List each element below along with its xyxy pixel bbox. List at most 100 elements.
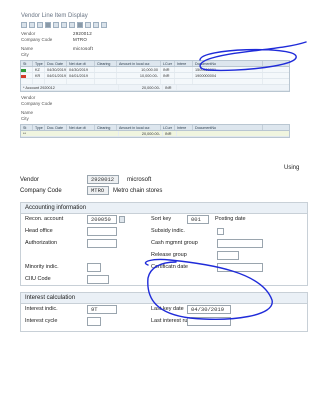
column-header[interactable]: St [21,125,33,130]
vendor-field[interactable]: 2920012 [87,175,119,184]
column-header[interactable]: Intere [175,61,193,66]
clearing-cell [95,73,117,78]
column-header[interactable]: Amount in local cur. [117,61,161,66]
certification-date-label: Certificatn date [151,264,188,270]
column-header[interactable]: Doc. Date [45,61,67,66]
column-header[interactable]: Net due dt [67,125,95,130]
name-value: microsoft [73,46,94,51]
print-icon[interactable] [77,22,83,28]
back-icon[interactable] [21,22,27,28]
sort-icon[interactable] [53,22,59,28]
last-interest-run-field[interactable] [187,317,231,326]
subtotal-amount: 20,000.00- [119,85,163,90]
panel-title: Accounting information [21,203,307,214]
line-item-grid: St Type Doc. Date Net due dt Clearing Am… [20,60,290,92]
company-code-label: Company Code [21,37,53,42]
interest-calc-panel: Interest calculation Interest indic. 9T … [20,292,308,332]
city-label: City [21,116,29,121]
release-group-label: Release group [151,252,187,258]
subtotal-currency: INR [163,85,177,90]
toolbar [20,21,290,29]
sort-key-field[interactable]: 001 [187,215,209,224]
export-icon[interactable] [85,22,91,28]
minority-indic-field[interactable] [87,263,101,272]
net-due-cell: 04/30/2019 [67,67,95,72]
column-header[interactable]: Type [33,61,45,66]
cash-mgmt-group-field[interactable] [217,239,263,248]
amount-cell: 10,000.00- [117,73,161,78]
total-label: ** [21,131,119,136]
city-label: City [21,52,29,57]
doc-date-cell: 04/01/2019 [47,73,67,78]
column-header[interactable]: LCurr [161,61,175,66]
column-header[interactable]: Doc. Date [45,125,67,130]
accounting-info-panel: Accounting information Recon. account 20… [20,202,308,286]
clearing-cell [95,67,117,72]
ciiu-code-label: CIIU Code [25,276,51,282]
vendor-master-screen: Vendor 2920012 microsoft Company Code MT… [20,172,308,402]
cleared-status-icon [21,69,26,72]
caption-text: Using [284,165,300,171]
column-header[interactable]: DocumentNo [193,61,263,66]
column-header[interactable]: Clearing [95,61,117,66]
column-header[interactable]: LCurr [161,125,175,130]
footer-fields: Vendor Company Code Name City [20,95,290,122]
subsidy-indic-checkbox[interactable] [217,228,224,235]
total-grid: St Type Doc. Date Net due dt Clearing Am… [20,124,290,138]
interest-cycle-field[interactable] [87,317,101,326]
column-header[interactable]: DocumentNo [193,125,263,130]
certification-date-field[interactable] [217,263,263,272]
interest-indic-field[interactable]: 9T [87,305,117,314]
head-office-field[interactable] [87,227,117,236]
column-header[interactable]: Clearing [95,125,117,130]
layout-icon[interactable] [93,22,99,28]
total-amount: 20,000.00- [119,131,163,136]
authorization-field[interactable] [87,239,117,248]
header-fields: Vendor 2920012 Company Code MTRO Name micro… [20,31,290,58]
recon-account-field[interactable]: 200050 [87,215,117,224]
vendor-row: Vendor 2920012 microsoft [20,174,151,185]
column-header[interactable]: Amount in local cur. [117,125,161,130]
interest-indic-label: Interest indic. [25,306,58,312]
release-group-field[interactable] [217,251,239,260]
window-title: Vendor Line Item Display [21,13,88,19]
sort-key-label: Sort key [151,216,172,222]
last-interest-run-label: Last interest run [151,318,191,324]
search-help-icon[interactable] [119,216,125,223]
subtotal-row: * Account 2920012 20,000.00- INR [21,85,289,91]
vendor-label: Vendor [20,176,40,183]
doc-type-cell: KR [33,73,45,78]
company-code-field[interactable]: MTRO [87,186,109,195]
display-icon[interactable] [45,22,51,28]
filter-icon[interactable] [61,22,67,28]
company-code-label: Company Code [20,187,62,194]
currency-cell: INR [161,67,175,72]
sort-key-text: Posting date [215,216,246,222]
column-header[interactable]: St [21,61,33,66]
recon-account-label: Recon. account [25,216,64,222]
cash-mgmt-group-label: Cash mgmnt group [151,240,198,246]
last-key-date-field[interactable]: 04/30/2019 [187,305,231,314]
company-name: Metro chain stores [113,187,163,194]
subsidy-indic-label: Subsidy indic. [151,228,185,234]
select-all-icon[interactable] [37,22,43,28]
total-row: ** 20,000.00- INR [21,131,289,137]
column-header[interactable]: Net due dt [67,61,95,66]
subtotal-label: * Account 2920012 [21,85,119,90]
doc-number-cell[interactable]: 1500000001 [193,67,263,72]
column-header[interactable]: Intere [175,125,193,130]
vendor-line-item-screen: Vendor Line Item Display Vendor 2920012 C… [20,12,290,142]
ciiu-code-field[interactable] [87,275,109,284]
currency-cell: INR [161,73,175,78]
doc-number-cell[interactable]: 1900000004 [193,73,263,78]
interest-cell [175,67,193,72]
refresh-icon[interactable] [29,22,35,28]
head-office-label: Head office [25,228,53,234]
doc-date-cell: 04/30/2019 [47,67,67,72]
doc-type-cell: KZ [33,67,45,72]
settings-icon[interactable] [101,22,107,28]
column-header[interactable]: Type [33,125,45,130]
sum-icon[interactable] [69,22,75,28]
company-code-row: Company Code MTRO Metro chain stores [20,185,162,196]
open-status-icon [21,75,26,78]
